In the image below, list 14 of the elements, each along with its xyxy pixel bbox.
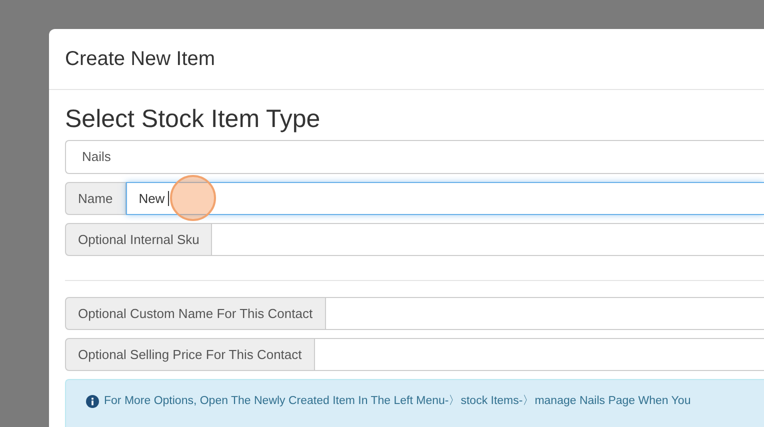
text-input[interactable]: New (126, 182, 764, 215)
field-label: Optional Selling Price For This Contact (65, 338, 315, 371)
modal-title: Create New Item (65, 47, 216, 72)
field-label: Optional Internal Sku (65, 223, 212, 256)
text-input[interactable] (314, 338, 764, 371)
field-label: Name (65, 182, 126, 215)
text-input[interactable] (212, 223, 764, 256)
info-icon (86, 395, 99, 408)
info-text: For More Options, Open The Newly Created Item In The Left Menu-〉stock Items-〉manage Nails Page When You (104, 394, 691, 409)
click-marker (170, 175, 216, 221)
form-heading: Select Stock Item Type (65, 104, 322, 134)
field-label: Optional Custom Name For This Contact (65, 297, 326, 330)
text-input[interactable] (326, 297, 764, 330)
item-type-select[interactable]: Nails (65, 140, 764, 174)
